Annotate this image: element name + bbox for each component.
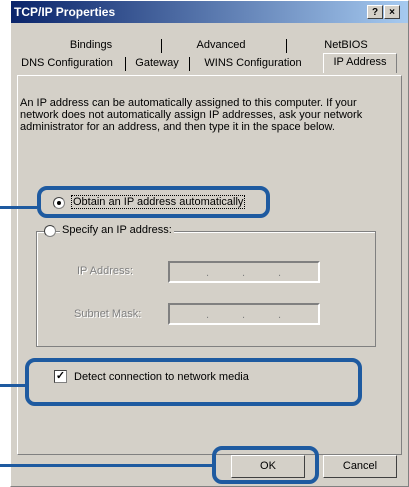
intro-text: An IP address can be automatically assig… xyxy=(20,97,363,133)
detect-media-label[interactable]: Detect connection to network media xyxy=(74,371,249,383)
callout-leader-line xyxy=(0,384,25,387)
ip-separator-dot: . xyxy=(242,267,246,279)
subnet-separator-dot: . xyxy=(278,309,282,321)
callout-leader-line xyxy=(0,464,212,467)
ip-separator-dot: . xyxy=(278,267,282,279)
cancel-button[interactable]: Cancel xyxy=(323,455,397,478)
obtain-auto-label-text: Obtain an IP address automatically xyxy=(70,195,246,209)
specify-ip-groupbox xyxy=(36,231,376,347)
tab-gateway[interactable]: Gateway xyxy=(128,55,186,73)
ok-button[interactable]: OK xyxy=(231,455,305,478)
specify-ip-radio[interactable] xyxy=(44,225,56,237)
tab-wins-configuration[interactable]: WINS Configuration xyxy=(192,55,314,73)
detect-media-checkbox[interactable]: ✓ xyxy=(54,370,67,383)
help-button[interactable]: ? xyxy=(367,5,383,19)
ip-address-label: IP Address: xyxy=(77,265,134,277)
tab-dns-configuration[interactable]: DNS Configuration xyxy=(13,55,121,73)
callout-leader-line xyxy=(0,206,37,209)
subnet-separator-dot: . xyxy=(206,309,210,321)
subnet-mask-field[interactable]: . . . xyxy=(168,303,320,325)
ip-separator-dot: . xyxy=(206,267,210,279)
tab-separator xyxy=(125,57,126,71)
subnet-mask-label: Subnet Mask: xyxy=(74,308,142,320)
tab-advanced[interactable]: Advanced xyxy=(171,37,271,55)
close-button[interactable]: × xyxy=(384,5,400,19)
tab-row-bottom: DNS Configuration Gateway WINS Configura… xyxy=(11,53,408,73)
title-bar[interactable]: TCP/IP Properties ? × xyxy=(11,1,408,23)
specify-ip-label[interactable]: Specify an IP address: xyxy=(60,224,174,236)
tab-ip-address[interactable]: IP Address xyxy=(323,53,397,73)
ip-address-field[interactable]: . . . xyxy=(168,261,320,283)
subnet-separator-dot: . xyxy=(242,309,246,321)
tab-bindings[interactable]: Bindings xyxy=(51,37,131,55)
obtain-auto-label[interactable]: Obtain an IP address automatically xyxy=(70,195,246,209)
tab-separator xyxy=(286,39,287,53)
tab-separator xyxy=(189,57,190,71)
window-title: TCP/IP Properties xyxy=(14,5,116,19)
obtain-auto-radio[interactable] xyxy=(53,197,65,209)
tab-separator xyxy=(161,39,162,53)
